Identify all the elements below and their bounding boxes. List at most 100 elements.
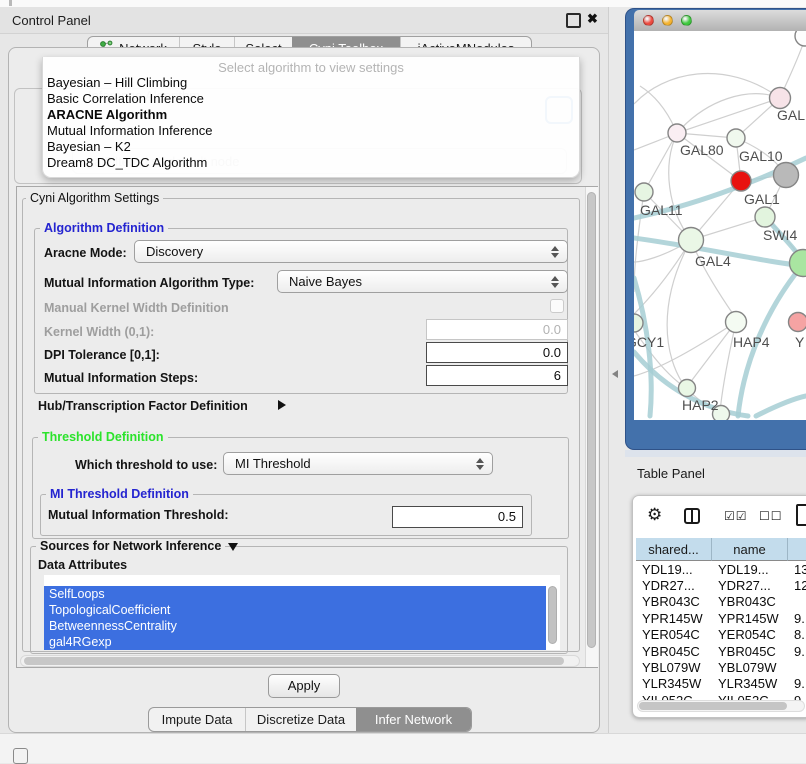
table-row[interactable]: YER054CYER054C8. — [636, 627, 806, 644]
network-node-label: GCY1 — [634, 334, 664, 350]
deselect-all-checkboxes-icon[interactable]: ☐☐ — [759, 509, 783, 523]
table-cell: YLR345W — [712, 676, 788, 693]
network-node[interactable] — [774, 163, 799, 188]
close-icon[interactable]: ✖ — [587, 11, 598, 27]
mac-close-icon[interactable] — [643, 15, 654, 26]
network-node-GAL[interactable] — [770, 88, 791, 109]
column-header[interactable]: name — [712, 538, 788, 561]
network-node-GAL80[interactable] — [668, 124, 686, 142]
sources-legend[interactable]: Sources for Network Inference — [36, 539, 225, 553]
algorithm-option[interactable]: Bayesian – K2 — [43, 139, 579, 155]
network-edge-thick[interactable] — [756, 396, 806, 416]
aracne-mode-select[interactable]: Discovery — [134, 240, 568, 263]
table-cell: YBL079W — [636, 660, 712, 677]
algorithm-option[interactable]: Basic Correlation Inference — [43, 91, 579, 107]
float-window-button[interactable] — [566, 13, 581, 28]
stepper-icon — [472, 458, 488, 470]
aracne-mode-value: Discovery — [146, 244, 547, 259]
mac-minimize-icon[interactable] — [662, 15, 673, 26]
attributes-scrollbar-thumb[interactable] — [548, 586, 557, 644]
table-cell: YDR27... — [636, 578, 712, 595]
network-canvas[interactable]: GALGAL80GAL10GAL1GAL11SWI4GAL4GCY1HAP4YH… — [634, 31, 806, 420]
table-row[interactable]: YBR043CYBR043C — [636, 594, 806, 611]
table-cell — [788, 660, 806, 677]
algorithm-option[interactable]: Mutual Information Inference — [43, 123, 579, 139]
network-node-GAL4[interactable] — [679, 228, 704, 253]
network-edge[interactable] — [677, 98, 780, 133]
algorithm-definition-legend: Algorithm Definition — [40, 221, 168, 235]
algorithm-option[interactable]: Dream8 DC_TDC Algorithm — [43, 155, 579, 171]
which-threshold-select[interactable]: MI Threshold — [223, 452, 493, 475]
gear-icon[interactable]: ⚙ — [647, 505, 662, 525]
table-row[interactable]: YPR145WYPR145W9. — [636, 611, 806, 628]
table-row[interactable]: YDR27...YDR27...12 — [636, 578, 806, 595]
network-node-label: GAL11 — [640, 202, 683, 218]
tab-infer-network[interactable]: Infer Network — [356, 708, 471, 731]
network-edge[interactable] — [667, 240, 691, 388]
network-node-HAP2[interactable] — [679, 380, 696, 397]
table-header-row: shared...nameA — [636, 538, 806, 561]
mi-threshold-label: Mutual Information Threshold: — [48, 508, 229, 522]
algorithm-option[interactable]: ARACNE Algorithm — [43, 107, 579, 123]
network-node-SWI4[interactable] — [755, 207, 775, 227]
horizontal-scrollbar-thumb[interactable] — [24, 657, 564, 665]
network-node-GAL10[interactable] — [727, 129, 745, 147]
table-horizontal-scrollbar-thumb[interactable] — [639, 702, 787, 710]
tab-discretize-data[interactable]: Discretize Data — [245, 708, 356, 731]
collapse-down-icon[interactable] — [228, 543, 238, 551]
network-node[interactable] — [790, 250, 806, 277]
tab-impute-data[interactable]: Impute Data — [149, 708, 245, 731]
attribute-item[interactable]: TopologicalCoefficient — [44, 602, 546, 618]
splitter-collapse-icon[interactable] — [612, 370, 618, 378]
vertical-scrollbar-thumb[interactable] — [587, 192, 596, 648]
dpi-tolerance-input[interactable]: 0.0 — [426, 342, 568, 363]
attribute-item[interactable]: BetweennessCentrality — [44, 618, 546, 634]
attribute-item[interactable]: SelfLoops — [44, 586, 546, 602]
cyni-settings-legend: Cyni Algorithm Settings — [26, 191, 163, 205]
table-cell: YBR045C — [712, 644, 788, 661]
stepper-icon — [547, 246, 563, 258]
network-node-GAL11[interactable] — [635, 183, 653, 201]
dropdown-placeholder: Select algorithm to view settings — [43, 60, 579, 75]
network-node-GAL1[interactable] — [731, 171, 751, 191]
table-cell: 12 — [788, 578, 806, 595]
network-edge[interactable] — [644, 133, 677, 192]
network-window-titlebar[interactable] — [634, 10, 806, 32]
table-row[interactable]: YLR345WYLR345W9. — [636, 676, 806, 693]
table-cell: YBR045C — [636, 644, 712, 661]
new-table-icon[interactable] — [796, 504, 806, 526]
table-row[interactable]: YBL079WYBL079W — [636, 660, 806, 677]
column-header[interactable]: A — [788, 538, 806, 561]
network-edge[interactable] — [677, 94, 780, 133]
table-row[interactable]: YDL19...YDL19...13 — [636, 562, 806, 579]
table-cell: YDR27... — [712, 578, 788, 595]
data-attributes-items: SelfLoopsTopologicalCoefficientBetweenne… — [44, 586, 546, 650]
network-node-label: GAL10 — [739, 148, 783, 164]
manual-kernel-checkbox[interactable] — [550, 299, 564, 313]
kernel-width-input[interactable]: 0.0 — [426, 319, 568, 340]
select-all-checkboxes-icon[interactable]: ☑☑ — [724, 509, 748, 523]
network-node-HAP4[interactable] — [726, 312, 747, 333]
apply-button[interactable]: Apply — [268, 674, 340, 698]
table-cell: YBR043C — [636, 594, 712, 611]
attribute-item[interactable]: gal4RGexp — [44, 634, 546, 650]
table-row[interactable]: YBR045CYBR045C9. — [636, 644, 806, 661]
hub-definition-label[interactable]: Hub/Transcription Factor Definition — [38, 399, 248, 413]
network-node[interactable] — [795, 31, 806, 46]
network-node-label: Y — [795, 334, 805, 350]
network-node-label: HAP2 — [682, 397, 719, 413]
columns-icon[interactable] — [684, 508, 700, 524]
network-node-label: GAL80 — [680, 142, 724, 158]
mi-steps-input[interactable]: 6 — [426, 365, 568, 386]
column-header[interactable]: shared... — [636, 538, 712, 561]
mi-threshold-input[interactable]: 0.5 — [392, 506, 523, 528]
algorithm-option[interactable]: Bayesian – Hill Climbing — [43, 75, 579, 91]
expand-right-icon[interactable] — [278, 400, 286, 410]
table-cell: YDL19... — [636, 562, 712, 579]
network-node-Y[interactable] — [789, 313, 806, 332]
mi-type-select[interactable]: Naive Bayes — [277, 270, 568, 293]
stepper-icon — [547, 276, 563, 288]
mac-zoom-icon[interactable] — [681, 15, 692, 26]
network-graph: GALGAL80GAL10GAL1GAL11SWI4GAL4GCY1HAP4YH… — [634, 31, 806, 420]
network-node-label: GAL1 — [744, 191, 780, 207]
